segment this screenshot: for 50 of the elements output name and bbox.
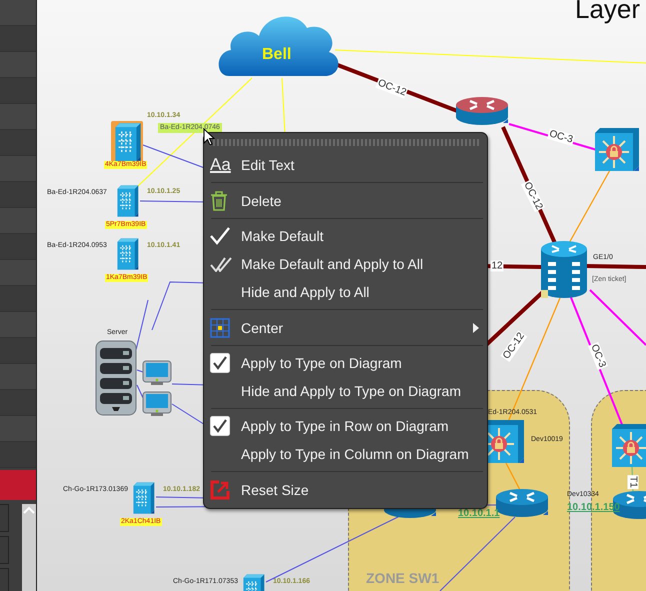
monitor-icon bbox=[142, 360, 172, 386]
diagram-title: Layer bbox=[575, 0, 640, 22]
monitor-icon bbox=[142, 391, 172, 417]
scroll-up-icon[interactable] bbox=[23, 506, 35, 514]
menu-item[interactable]: Make Default bbox=[207, 222, 483, 250]
menu-item[interactable]: Hide and Apply to Type on Diagram bbox=[207, 377, 483, 405]
server-icon bbox=[95, 340, 137, 416]
link-label: T1 bbox=[628, 475, 638, 489]
highlight-bar bbox=[0, 470, 36, 500]
mouse-cursor-icon bbox=[203, 128, 215, 146]
sidebar-row[interactable] bbox=[0, 0, 36, 26]
switch-icon bbox=[595, 128, 639, 172]
ip-address: 10.10.1.1 bbox=[458, 508, 500, 519]
zone-label: ZONE SW1 bbox=[366, 570, 440, 586]
sidebar-row[interactable] bbox=[0, 156, 36, 182]
switch-icon bbox=[612, 424, 646, 468]
link-label: OC-3 bbox=[547, 128, 575, 146]
menu-item[interactable]: Apply to Type on Diagram bbox=[207, 349, 483, 377]
link-label: OC-3 bbox=[588, 342, 608, 370]
cloud-label: Bell bbox=[262, 46, 292, 64]
menu-item[interactable]: Delete bbox=[207, 186, 483, 215]
resize-icon bbox=[210, 480, 230, 500]
link-label: OC-12 bbox=[375, 77, 409, 99]
scrollbar[interactable] bbox=[22, 504, 36, 591]
sidebar-button[interactable] bbox=[0, 568, 9, 591]
menu-item[interactable]: Make Default and Apply to All bbox=[207, 250, 483, 278]
menu-item[interactable]: Apply to Type in Column on Diagram bbox=[207, 440, 483, 468]
sidebar-row[interactable] bbox=[0, 312, 36, 338]
sidebar-row[interactable] bbox=[0, 364, 36, 390]
check-icon bbox=[210, 227, 230, 245]
sidebar-row[interactable] bbox=[0, 260, 36, 286]
center-icon bbox=[210, 318, 230, 338]
double-check-icon bbox=[210, 256, 232, 272]
menu-item[interactable]: Apply to Type in Row on Diagram bbox=[207, 412, 483, 440]
menu-item[interactable]: Aa Edit Text bbox=[207, 150, 483, 179]
menu-item[interactable]: Reset Size bbox=[207, 475, 483, 504]
sidebar-button[interactable] bbox=[0, 536, 9, 564]
sidebar-row[interactable] bbox=[0, 208, 36, 234]
core-router-icon bbox=[540, 240, 588, 300]
sidebar-row[interactable] bbox=[0, 104, 36, 130]
trash-icon bbox=[210, 190, 228, 210]
sidebar-row[interactable] bbox=[0, 416, 36, 442]
menu-item[interactable]: Center bbox=[207, 313, 483, 342]
text-icon: Aa bbox=[210, 154, 231, 174]
checkbox[interactable] bbox=[210, 416, 230, 436]
sidebar-button[interactable] bbox=[0, 504, 9, 532]
sidebar-row[interactable] bbox=[0, 52, 36, 78]
link-label: 12 bbox=[490, 260, 504, 272]
checkbox[interactable] bbox=[210, 353, 230, 373]
menu-item[interactable]: Hide and Apply to All bbox=[207, 278, 483, 306]
